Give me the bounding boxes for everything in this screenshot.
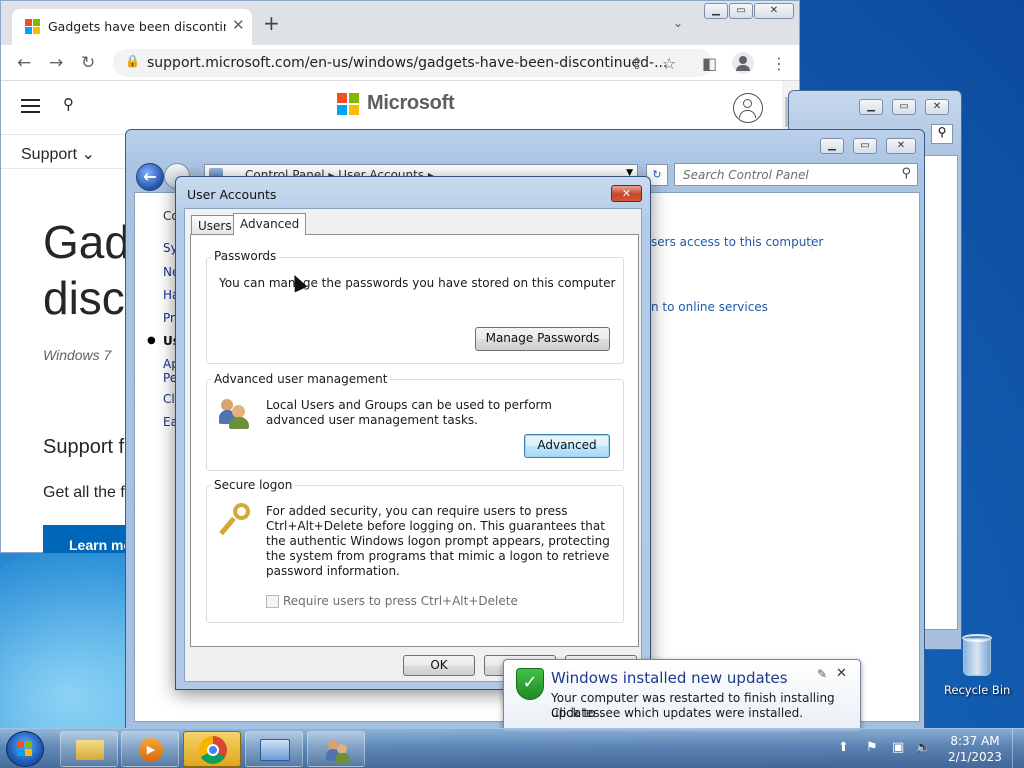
hamburger-menu-icon[interactable]: [21, 99, 40, 117]
chrome-toolbar: ← → ↻ 🔒 support.microsoft.com/en-us/wind…: [1, 45, 799, 81]
taskbar-media-player-button[interactable]: ▶: [121, 731, 179, 767]
microsoft-favicon-icon: [25, 19, 41, 35]
tab-search-chevron-icon[interactable]: ⌄: [673, 16, 683, 30]
passwords-text: You can manage the passwords you have st…: [219, 276, 616, 290]
online-services-link[interactable]: n to online services: [651, 300, 768, 314]
search-icon[interactable]: ⚲: [931, 124, 953, 144]
close-button[interactable]: ✕: [886, 138, 916, 154]
maximize-button[interactable]: ▭: [892, 99, 916, 115]
tab-title: Gadgets have been discontinued: [48, 19, 226, 34]
address-bar[interactable]: 🔒 support.microsoft.com/en-us/windows/ga…: [113, 49, 713, 77]
close-button[interactable]: ✕: [754, 3, 794, 19]
menu-kebab-icon[interactable]: ⋮: [771, 54, 787, 73]
control-panel-icon: [260, 739, 290, 761]
user-accounts-dialog: User Accounts ✕ Users Advanced Passwords…: [175, 176, 651, 690]
selected-bullet-icon: ●: [147, 335, 156, 346]
lock-icon: 🔒: [125, 54, 140, 68]
chrome-tab-strip: Gadgets have been discontinued ✕ + ⌄ ▁ ▭…: [1, 1, 799, 45]
clock-date: 2/1/2023: [948, 750, 1002, 764]
close-icon[interactable]: ✕: [836, 666, 847, 681]
notification-text-line2: Click to see which updates were installe…: [551, 706, 804, 720]
minimize-button[interactable]: ▁: [820, 138, 844, 154]
share-icon[interactable]: ⇪: [630, 54, 643, 73]
recycle-bin-label[interactable]: Recycle Bin: [944, 683, 1010, 697]
section-text: Get all the f: [43, 484, 125, 501]
profile-avatar-icon[interactable]: [732, 52, 754, 74]
account-icon[interactable]: [733, 93, 763, 123]
users-icon: [326, 738, 350, 764]
action-center-flag-icon[interactable]: ⚑: [866, 740, 878, 755]
chrome-icon: [199, 736, 227, 764]
search-icon[interactable]: ⚲: [63, 95, 74, 113]
advanced-management-text: Local Users and Groups can be used to pe…: [266, 398, 552, 427]
minimize-button[interactable]: ▁: [859, 99, 883, 115]
system-clock[interactable]: 8:37 AM 2/1/2023: [940, 733, 1010, 765]
search-input[interactable]: Search Control Panel ⚲: [674, 163, 918, 186]
secure-logon-text: For added security, you can require user…: [266, 504, 610, 578]
sidebar-item[interactable]: Cl: [163, 392, 175, 406]
sidebar-item[interactable]: Pr: [163, 311, 175, 325]
notification-title: Windows installed new updates: [551, 669, 788, 687]
taskbar-user-accounts-button[interactable]: [307, 731, 365, 767]
taskbar-control-panel-button[interactable]: [245, 731, 303, 767]
back-window-content: [924, 155, 958, 630]
close-button[interactable]: ✕: [925, 99, 949, 115]
close-button[interactable]: ✕: [611, 185, 642, 202]
require-ctrl-alt-delete-label: Require users to press Ctrl+Alt+Delete: [283, 594, 518, 608]
taskbar: ▶ ⬆ ⚑ ▣ 🔈 8:37 AM 2/1/2023: [0, 728, 1024, 768]
manage-passwords-button[interactable]: Manage Passwords: [475, 327, 610, 351]
search-icon[interactable]: ⚲: [901, 166, 911, 181]
volume-icon[interactable]: 🔈: [915, 740, 931, 755]
brand-name: Microsoft: [367, 92, 455, 114]
show-desktop-button[interactable]: [1012, 729, 1024, 768]
support-menu[interactable]: Support ⌄: [21, 144, 95, 164]
minimize-button[interactable]: ▁: [704, 3, 728, 19]
tab-close-icon[interactable]: ✕: [232, 16, 245, 34]
side-panel-icon[interactable]: ◧: [702, 54, 717, 73]
folder-icon: [76, 740, 104, 760]
bookmark-star-icon[interactable]: ☆: [662, 54, 676, 73]
update-notification-balloon[interactable]: ✓ Windows installed new updates Your com…: [503, 659, 861, 732]
taskbar-explorer-button[interactable]: [60, 731, 118, 767]
advanced-tab-panel: Passwords You can manage the passwords y…: [190, 234, 639, 647]
new-tab-button[interactable]: +: [263, 13, 280, 33]
section-heading: Support f: [43, 436, 125, 458]
media-player-icon: ▶: [139, 738, 163, 762]
browser-tab[interactable]: Gadgets have been discontinued ✕: [12, 9, 252, 45]
users-group-icon: [219, 395, 253, 429]
search-placeholder: Search Control Panel: [683, 168, 809, 182]
microsoft-logo[interactable]: [337, 93, 359, 115]
windows-update-tray-icon[interactable]: ⬆: [838, 740, 849, 755]
applies-to-text: Windows 7: [43, 347, 112, 363]
dialog-client-area: Users Advanced Passwords You can manage …: [184, 208, 642, 682]
secure-logon-title: Secure logon: [211, 478, 296, 492]
require-ctrl-alt-delete-checkbox[interactable]: [266, 595, 279, 608]
taskbar-chrome-button[interactable]: [183, 731, 241, 767]
dialog-title: User Accounts: [187, 187, 277, 202]
key-icon: [219, 503, 253, 537]
start-button[interactable]: [6, 731, 44, 767]
url-text: support.microsoft.com/en-us/windows/gadg…: [147, 55, 668, 71]
forward-arrow-icon[interactable]: →: [49, 53, 63, 73]
maximize-button[interactable]: ▭: [853, 138, 877, 154]
advanced-button[interactable]: Advanced: [524, 434, 610, 458]
network-icon[interactable]: ▣: [892, 740, 904, 755]
passwords-group-title: Passwords: [211, 249, 280, 263]
shield-check-icon: ✓: [516, 668, 544, 700]
reload-icon[interactable]: ↻: [81, 53, 95, 73]
back-arrow-icon[interactable]: ←: [136, 163, 164, 191]
manage-access-link[interactable]: sers access to this computer: [651, 235, 823, 249]
clock-time: 8:37 AM: [950, 734, 1000, 748]
back-arrow-icon[interactable]: ←: [17, 53, 31, 73]
options-icon[interactable]: ✎: [817, 667, 827, 681]
tab-advanced[interactable]: Advanced: [233, 213, 307, 235]
ms-header: ⚲ Microsoft: [1, 81, 781, 135]
maximize-button[interactable]: ▭: [729, 3, 753, 19]
ok-button[interactable]: OK: [403, 655, 475, 676]
advanced-management-title: Advanced user management: [211, 372, 391, 386]
tab-users[interactable]: Users: [191, 215, 239, 235]
recycle-bin-icon[interactable]: [960, 632, 994, 678]
